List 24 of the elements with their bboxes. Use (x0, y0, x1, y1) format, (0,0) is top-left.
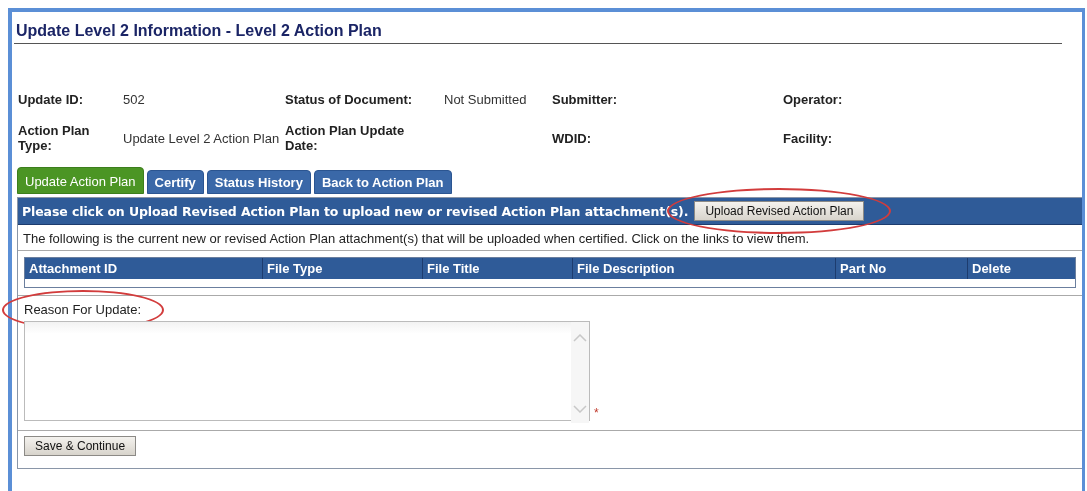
field-label: WDID: (552, 130, 592, 146)
field-label: Operator: (783, 92, 844, 107)
field-label: Status of Document: (285, 92, 414, 107)
field-label: Update ID: (18, 92, 84, 107)
reason-field[interactable] (24, 321, 590, 421)
tab[interactable]: Update Action Plan (17, 167, 144, 194)
required-mark: * (594, 406, 599, 420)
scroll-up-icon[interactable] (573, 334, 587, 342)
tab[interactable]: Certify (146, 170, 204, 194)
field-value: Not Submitted (444, 92, 528, 107)
scroll-down-icon[interactable] (573, 405, 587, 413)
column-header: Delete (971, 260, 1013, 278)
page-title: Update Level 2 Information - Level 2 Action Plan (14, 22, 1062, 44)
field-value: 502 (123, 92, 146, 107)
field-value: Update Level 2 Action Plan (123, 130, 281, 146)
tab[interactable]: Back to Action Plan (313, 170, 452, 194)
field-label: Facility: (783, 130, 834, 146)
field-label: Submitter: (552, 92, 618, 107)
field-label: Action Plan Update Date: (285, 123, 406, 153)
attachments-note: The following is the current new or revised Action Plan attachment(s) that will be uploaded when certified. Click on the links to view them. (18, 225, 1082, 251)
upload-button[interactable]: Upload Revised Action Plan (694, 201, 865, 221)
field-label: Action Plan Type: (18, 123, 91, 153)
tab[interactable]: Status History (206, 170, 311, 194)
save-button[interactable]: Save & Continue (24, 436, 137, 456)
